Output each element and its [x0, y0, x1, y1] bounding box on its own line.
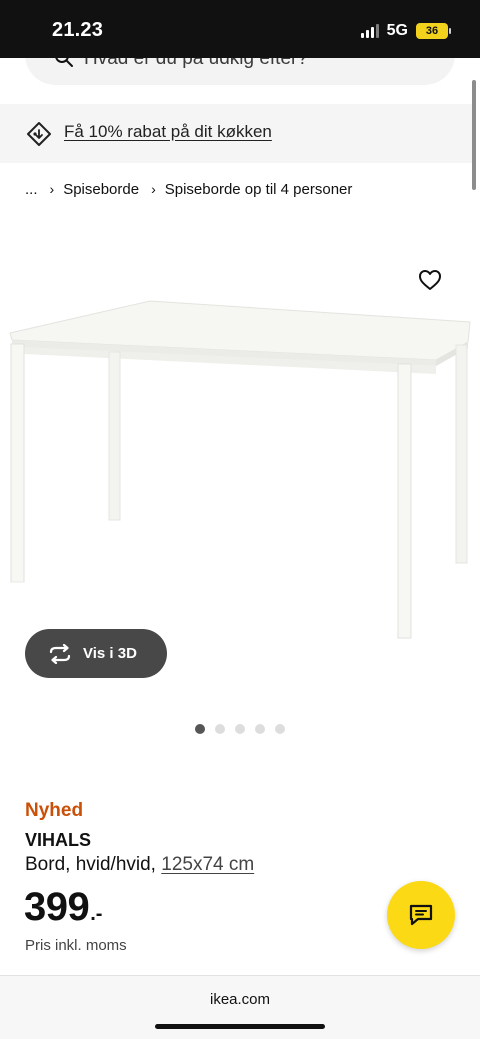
chevron-right-icon: › — [49, 181, 55, 197]
price-suffix: .- — [90, 903, 103, 925]
product-description-text: Bord, hvid/hvid, — [25, 854, 162, 875]
price-amount: 399 — [24, 885, 90, 929]
price-note: Pris inkl. moms — [25, 937, 127, 954]
promo-banner[interactable]: Få 10% rabat på dit køkken — [0, 104, 472, 163]
browser-url[interactable]: ikea.com — [0, 991, 480, 1008]
scrollbar[interactable] — [472, 80, 476, 190]
product-price: 399 .- — [24, 885, 102, 930]
carousel-dot[interactable] — [235, 724, 245, 734]
table-illustration — [9, 300, 471, 639]
search-area: Hvad er du på udkig efter? — [0, 58, 480, 104]
new-badge: Nyhed — [25, 800, 84, 821]
carousel-dots — [195, 724, 285, 734]
breadcrumb-dining-tables[interactable]: Spiseborde — [63, 181, 139, 198]
network-type: 5G — [386, 22, 408, 39]
product-description: Bord, hvid/hvid, 125x74 cm — [25, 854, 254, 876]
carousel-dot[interactable] — [215, 724, 225, 734]
rotate-3d-icon — [49, 643, 71, 664]
signal-icon — [360, 24, 379, 38]
chat-button[interactable] — [387, 881, 455, 949]
carousel-dot[interactable] — [195, 724, 205, 734]
heart-icon — [419, 270, 441, 290]
search-placeholder: Hvad er du på udkig efter? — [84, 58, 308, 69]
chat-icon — [409, 904, 433, 926]
home-indicator[interactable] — [155, 1024, 325, 1029]
view-3d-button[interactable]: Vis i 3D — [25, 629, 167, 678]
favorite-button[interactable] — [412, 262, 448, 298]
carousel-dot[interactable] — [255, 724, 265, 734]
browser-address-bar[interactable]: ikea.com — [0, 975, 480, 1039]
price-tag-icon — [27, 122, 51, 146]
battery-icon: 36 — [416, 23, 451, 39]
status-indicators: 5G 36 — [360, 22, 451, 40]
chevron-right-icon: › — [151, 181, 156, 197]
breadcrumb: ... › Spiseborde › Spiseborde op til 4 p… — [25, 179, 352, 199]
product-name: VIHALS — [25, 830, 92, 850]
carousel-dot[interactable] — [275, 724, 285, 734]
promo-link[interactable]: Få 10% rabat på dit køkken — [64, 122, 272, 142]
breadcrumb-tables-4-persons[interactable]: Spiseborde op til 4 personer — [165, 181, 353, 198]
battery-level: 36 — [425, 25, 439, 37]
status-time: 21.23 — [52, 19, 104, 41]
product-dimensions-link[interactable]: 125x74 cm — [161, 854, 254, 875]
view-3d-label: Vis i 3D — [83, 645, 137, 662]
product-image[interactable] — [0, 240, 472, 660]
search-icon — [55, 58, 73, 67]
breadcrumb-ellipsis[interactable]: ... — [25, 181, 38, 198]
status-bar: 21.23 5G 36 — [0, 0, 480, 58]
